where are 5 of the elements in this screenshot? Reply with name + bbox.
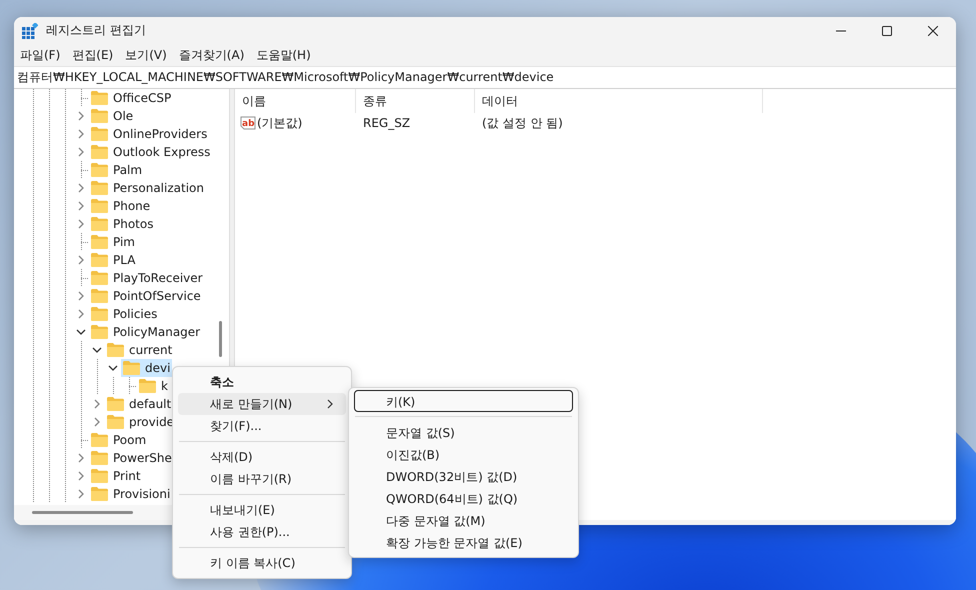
value-type: REG_SZ (362, 116, 412, 130)
value-data: (값 설정 안 됨) (481, 114, 563, 132)
window-title: 레지스트리 편집기 (46, 22, 146, 39)
string-value-icon: ab (240, 115, 256, 131)
value-name: (기본값) (257, 114, 302, 132)
